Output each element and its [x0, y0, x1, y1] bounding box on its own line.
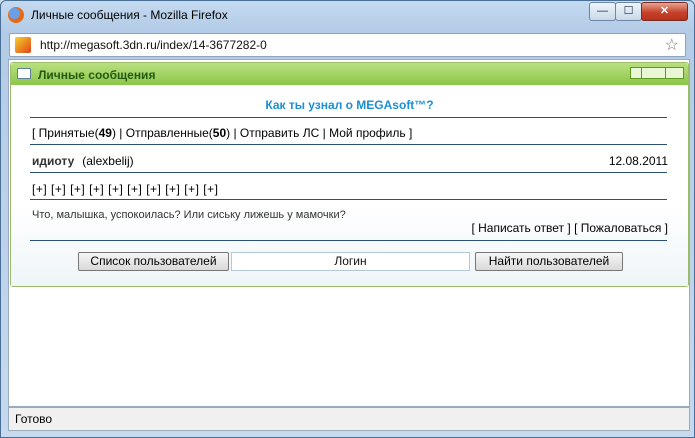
divider: [30, 117, 667, 118]
plus-button[interactable]: [+]: [203, 182, 218, 196]
nav-inbox-link[interactable]: Принятые: [39, 126, 95, 140]
plus-button[interactable]: [+]: [89, 182, 104, 196]
complain-link[interactable]: [ Пожаловаться ]: [574, 221, 668, 235]
reply-link[interactable]: [ Написать ответ ]: [471, 221, 570, 235]
maximize-button[interactable]: ☐: [615, 2, 642, 21]
plus-button[interactable]: [+]: [184, 182, 199, 196]
sender-label: идиоту: [32, 154, 75, 168]
inbox-count: 49: [98, 126, 112, 140]
plus-button[interactable]: [+]: [108, 182, 123, 196]
address-bar[interactable]: http://megasoft.3dn.ru/index/14-3677282-…: [9, 33, 686, 57]
plus-button[interactable]: [+]: [165, 182, 180, 196]
status-text: Готово: [15, 412, 53, 426]
divider: [30, 199, 667, 200]
divider: [30, 172, 667, 173]
nav-sent-link[interactable]: Отправленные: [126, 126, 209, 140]
status-bar: Готово: [8, 407, 690, 431]
sender-name-link[interactable]: (alexbelij): [82, 154, 133, 168]
find-users-button[interactable]: Найти пользователей: [475, 252, 623, 271]
url-text[interactable]: http://megasoft.3dn.ru/index/14-3677282-…: [40, 38, 267, 52]
divider: [30, 240, 667, 241]
plus-button[interactable]: [+]: [127, 182, 142, 196]
rating-buttons: [+] [+] [+] [+] [+] [+] [+] [+] [+] [+]: [32, 182, 218, 196]
site-favicon-icon: [15, 37, 31, 53]
minimize-button[interactable]: —: [589, 2, 616, 21]
message-date: 12.08.2011: [608, 154, 668, 168]
page-viewport: Личные сообщения Как ты узнал о MEGAsoft…: [8, 59, 690, 407]
login-input[interactable]: Логин: [231, 252, 470, 271]
sender-row: идиоту (alexbelij) 12.08.2011: [32, 154, 668, 168]
sent-count: 50: [212, 126, 227, 140]
browser-window: Личные сообщения - Mozilla Firefox — ☐ ✕…: [0, 0, 695, 438]
close-button[interactable]: ✕: [641, 2, 688, 21]
firefox-icon[interactable]: [8, 7, 24, 23]
plus-button[interactable]: [+]: [32, 182, 47, 196]
plus-button[interactable]: [+]: [146, 182, 161, 196]
mail-icon: [17, 68, 31, 79]
bookmark-star-icon[interactable]: ☆: [665, 35, 679, 55]
messages-panel: Личные сообщения Как ты узнал о MEGAsoft…: [10, 62, 689, 287]
message-actions: [ Написать ответ ] [ Пожаловаться ]: [471, 221, 668, 235]
messages-nav: [ Принятые(49) | Отправленные(50) | Отпр…: [32, 126, 413, 140]
title-bar: Личные сообщения - Mozilla Firefox — ☐ ✕: [1, 1, 694, 29]
panel-toggle-widget[interactable]: [630, 67, 684, 79]
header-link[interactable]: Как ты узнал о MEGAsoft™?: [11, 98, 688, 112]
plus-button[interactable]: [+]: [70, 182, 85, 196]
message-text: Что, малышка, успокоилась? Или сиську ли…: [32, 209, 346, 221]
panel-body: Как ты узнал о MEGAsoft™? [ Принятые(49)…: [11, 85, 688, 286]
users-list-button[interactable]: Список пользователей: [78, 252, 229, 271]
window-title: Личные сообщения - Mozilla Firefox: [31, 8, 228, 22]
panel-header: Личные сообщения: [11, 63, 688, 85]
divider: [30, 144, 667, 145]
nav-profile-link[interactable]: Мой профиль: [329, 126, 406, 140]
nav-send-link[interactable]: Отправить ЛС: [240, 126, 319, 140]
panel-title: Личные сообщения: [38, 68, 156, 82]
plus-button[interactable]: [+]: [51, 182, 66, 196]
